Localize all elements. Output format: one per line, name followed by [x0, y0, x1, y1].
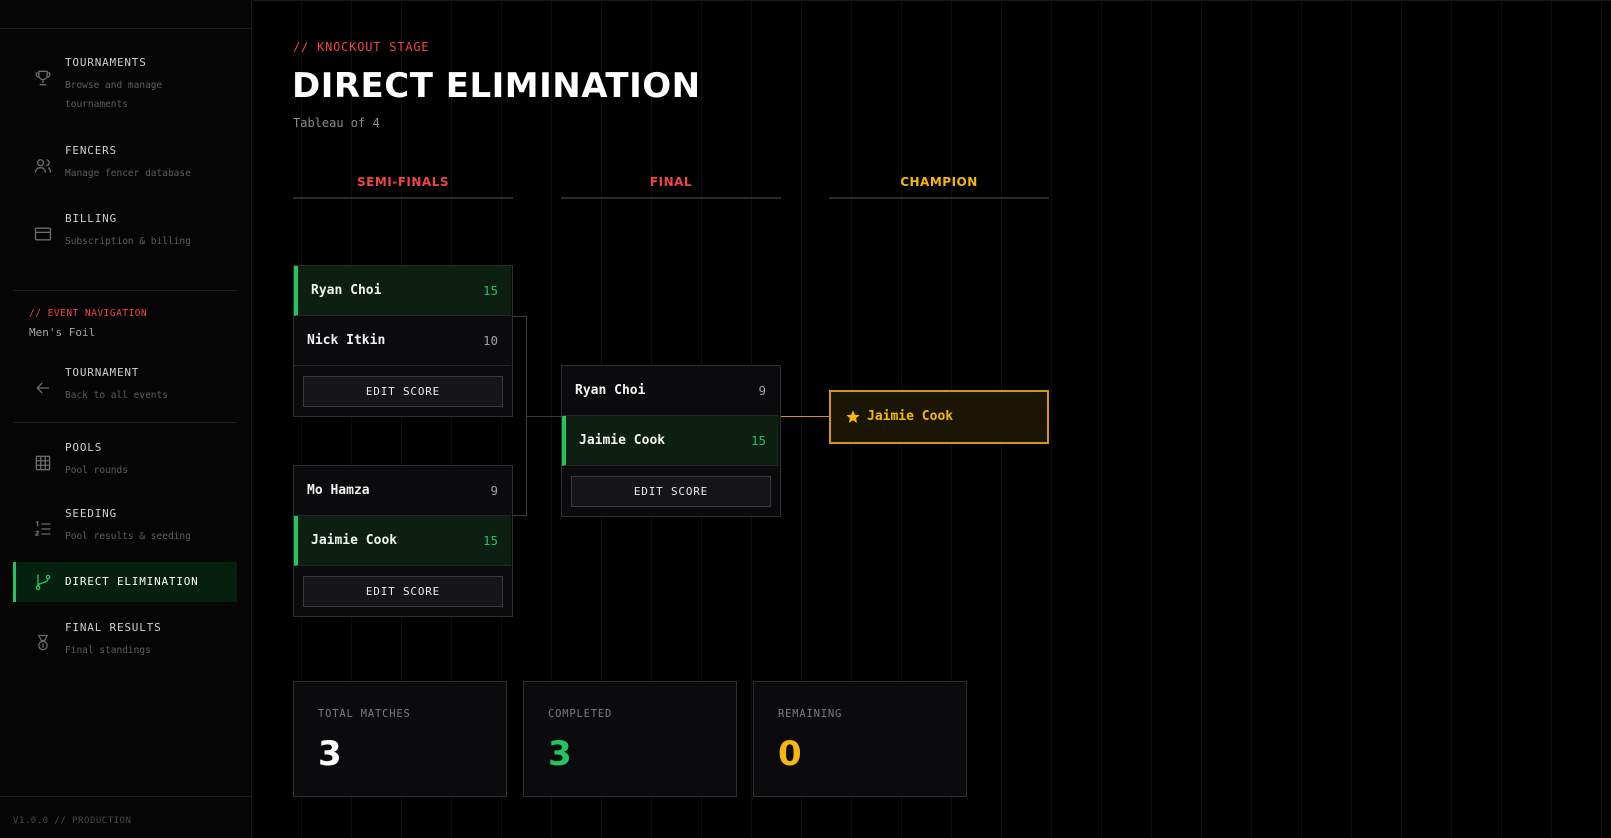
match-row-winner: Ryan Choi 15	[294, 266, 511, 316]
stat-value: 0	[778, 734, 802, 774]
bracket-connector	[513, 316, 527, 516]
sidebar-item-label: DIRECT ELIMINATION	[65, 575, 199, 588]
round-header-underline	[293, 197, 513, 199]
sidebar-divider	[13, 422, 237, 423]
sidebar-item-pools[interactable]: POOLS Pool rounds	[13, 441, 237, 493]
sidebar-item-label: TOURNAMENT	[65, 366, 140, 379]
stat-label: TOTAL MATCHES	[318, 708, 411, 720]
fencer-score: 9	[490, 483, 498, 498]
stat-value: 3	[548, 734, 572, 774]
bracket-connector	[527, 416, 561, 417]
fencer-name: Ryan Choi	[575, 383, 646, 398]
sidebar-item-sub: Pool results & seeding	[65, 531, 191, 542]
match-row-winner: Jaimie Cook 15	[294, 516, 511, 566]
round-header-champion: CHAMPION	[900, 175, 978, 189]
match-row: Ryan Choi 9	[562, 366, 779, 416]
match-row-winner: Jaimie Cook 15	[562, 416, 779, 466]
round-header-underline	[561, 197, 781, 199]
sidebar-divider	[13, 290, 237, 291]
sidebar-item-sub: Final standings	[65, 645, 151, 656]
fencer-score: 15	[482, 283, 498, 298]
sidebar-top-divider	[0, 28, 252, 29]
sidebar-item-tournaments[interactable]: TOURNAMENTS Browse and manage tournament…	[13, 56, 237, 110]
event-name: Men's Foil	[29, 326, 96, 339]
git-branch-icon	[33, 572, 53, 592]
sidebar-item-sub: Pool rounds	[65, 465, 128, 476]
page-title: DIRECT ELIMINATION	[292, 66, 701, 106]
fencer-name: Jaimie Cook	[311, 533, 398, 548]
page-kicker: // KNOCKOUT STAGE	[293, 40, 430, 54]
page-subtitle: Tableau of 4	[293, 116, 380, 130]
fencer-name: Nick Itkin	[307, 333, 386, 348]
sidebar-item-label: POOLS	[65, 441, 103, 454]
sidebar-item-label: FENCERS	[65, 144, 117, 157]
stat-card-remaining: REMAINING 0	[753, 681, 967, 797]
champion-name: Jaimie Cook	[867, 409, 954, 424]
fencer-name: Jaimie Cook	[579, 433, 666, 448]
sidebar-item-tournament[interactable]: TOURNAMENT Back to all events	[13, 366, 237, 418]
stat-label: REMAINING	[778, 708, 843, 720]
fencer-score: 15	[482, 533, 498, 548]
fencer-score: 10	[482, 333, 498, 348]
edit-score-button[interactable]: EDIT SCORE	[571, 476, 771, 507]
sidebar-item-sub: Browse and manage tournaments	[65, 80, 163, 110]
users-icon	[33, 156, 53, 176]
champion-connector	[781, 416, 829, 417]
stat-card-completed: COMPLETED 3	[523, 681, 737, 797]
edit-score-button[interactable]: EDIT SCORE	[303, 376, 503, 407]
sidebar-item-fencers[interactable]: FENCERS Manage fencer database	[13, 144, 237, 196]
fencer-name: Ryan Choi	[311, 283, 382, 298]
sidebar-item-sub: Back to all events	[65, 390, 168, 401]
round-header-semi-finals: SEMI-FINALS	[356, 175, 449, 189]
sidebar-item-direct-elimination[interactable]: DIRECT ELIMINATION	[13, 562, 237, 602]
star-icon	[845, 409, 861, 425]
sidebar-item-label: BILLING	[65, 212, 117, 225]
fencer-score: 15	[750, 433, 766, 448]
trophy-icon	[33, 68, 53, 88]
medal-icon	[33, 633, 53, 653]
arrow-left-icon	[33, 378, 53, 398]
sidebar: TOURNAMENTS Browse and manage tournament…	[0, 0, 252, 838]
credit-card-icon	[33, 224, 53, 244]
sidebar-item-sub: Manage fencer database	[65, 168, 191, 179]
match-row: Mo Hamza 9	[294, 466, 511, 516]
match-card-final: Ryan Choi 9 Jaimie Cook 15 EDIT SCORE	[561, 365, 781, 517]
match-card-semi-1: Ryan Choi 15 Nick Itkin 10 EDIT SCORE	[293, 265, 513, 417]
version-label: V1.0.0 // PRODUCTION	[13, 816, 132, 826]
round-header-underline	[829, 197, 1049, 199]
champion-card: Jaimie Cook	[829, 390, 1049, 444]
stat-value: 3	[318, 734, 342, 774]
list-ordered-icon	[33, 519, 53, 539]
match-card-semi-2: Mo Hamza 9 Jaimie Cook 15 EDIT SCORE	[293, 465, 513, 617]
fencer-score: 9	[758, 383, 766, 398]
grid-icon	[33, 453, 53, 473]
sidebar-item-seeding[interactable]: SEEDING Pool results & seeding	[13, 507, 237, 559]
match-row: Nick Itkin 10	[294, 316, 511, 366]
round-header-final: FINAL	[649, 175, 693, 189]
edit-score-button[interactable]: EDIT SCORE	[303, 576, 503, 607]
main-content: // KNOCKOUT STAGE DIRECT ELIMINATION Tab…	[253, 0, 1611, 838]
sidebar-item-label: SEEDING	[65, 507, 117, 520]
top-divider	[253, 0, 1611, 1]
sidebar-bottom-divider	[0, 796, 252, 797]
stat-card-total-matches: TOTAL MATCHES 3	[293, 681, 507, 797]
fencer-name: Mo Hamza	[307, 483, 370, 498]
sidebar-item-label: FINAL RESULTS	[65, 621, 162, 634]
stat-label: COMPLETED	[548, 708, 613, 720]
sidebar-item-sub: Subscription & billing	[65, 236, 191, 247]
sidebar-item-billing[interactable]: BILLING Subscription & billing	[13, 212, 237, 264]
sidebar-item-label: TOURNAMENTS	[65, 56, 147, 69]
event-navigation-tag: // EVENT NAVIGATION	[29, 308, 148, 319]
sidebar-item-final-results[interactable]: FINAL RESULTS Final standings	[13, 621, 237, 673]
